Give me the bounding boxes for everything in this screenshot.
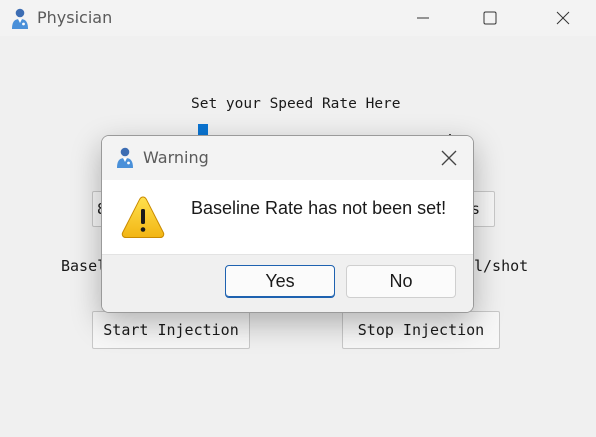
warning-triangle-icon: [121, 196, 165, 238]
unit-label: l/shot: [474, 257, 529, 275]
maximize-icon: [483, 11, 497, 25]
title-bar[interactable]: Physician: [0, 0, 596, 36]
yes-button[interactable]: Yes: [225, 265, 335, 298]
dialog-body: Baseline Rate has not been set!: [102, 180, 473, 254]
baseline-label: Basel: [61, 257, 107, 275]
no-button[interactable]: No: [346, 265, 456, 298]
stop-injection-button[interactable]: Stop Injection: [342, 311, 500, 349]
minimize-button[interactable]: [400, 0, 446, 36]
dialog-message: Baseline Rate has not been set!: [191, 198, 447, 218]
close-icon: [441, 150, 457, 166]
doctor-icon: [117, 147, 133, 168]
main-window: Physician Set your Speed Rate Here 8 s B…: [0, 0, 596, 437]
speed-rate-label: Set your Speed Rate Here: [191, 96, 401, 112]
window-title: Physician: [37, 8, 113, 27]
close-icon: [556, 11, 570, 25]
maximize-button[interactable]: [467, 0, 513, 36]
minimize-icon: [417, 17, 429, 19]
dialog-close-button[interactable]: [435, 144, 463, 172]
doctor-icon: [12, 8, 28, 29]
dialog-title: Warning: [143, 148, 209, 167]
warning-dialog: Warning Baseline Rate has not been set!: [101, 135, 474, 313]
close-button[interactable]: [540, 0, 586, 36]
dialog-footer: Yes No: [102, 254, 473, 312]
dialog-title-bar[interactable]: Warning: [102, 136, 473, 180]
start-injection-button[interactable]: Start Injection: [92, 311, 250, 349]
